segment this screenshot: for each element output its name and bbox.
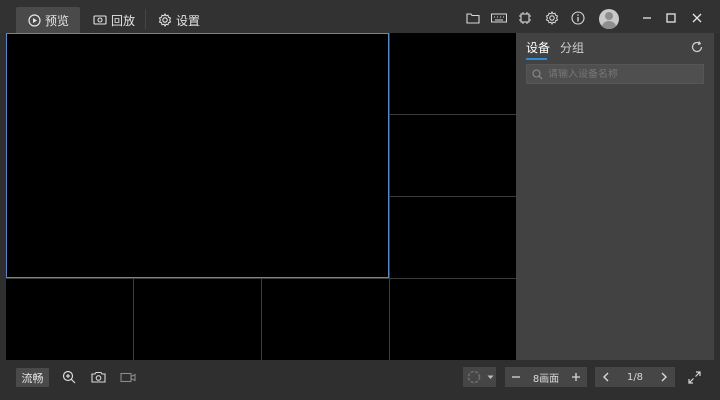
- split-selector: 8画面: [505, 367, 587, 387]
- tab-label: 预览: [45, 13, 70, 28]
- tab-devices[interactable]: 设备: [526, 39, 550, 56]
- split-count-label: 8画面: [532, 373, 560, 385]
- grid-divider: [133, 279, 134, 360]
- page-navigator: 1/8: [595, 367, 675, 387]
- device-panel: 设备 分组: [516, 33, 714, 360]
- grid-divider: [390, 196, 516, 197]
- stream-quality-button[interactable]: 流畅: [16, 368, 49, 387]
- top-bar: 预览 回放 设置: [0, 0, 720, 33]
- keyboard-icon[interactable]: [491, 10, 507, 26]
- video-cell-7[interactable]: [262, 279, 389, 360]
- zoom-in-icon[interactable]: [61, 369, 77, 385]
- video-cell-3[interactable]: [390, 115, 516, 196]
- tab-label: 设置: [176, 13, 201, 28]
- refresh-icon[interactable]: [690, 39, 704, 53]
- video-cell-6[interactable]: [134, 279, 261, 360]
- video-cell-1[interactable]: [6, 33, 389, 278]
- minimize-icon[interactable]: [639, 10, 655, 26]
- active-tab-indicator: [526, 58, 547, 60]
- search-icon: [532, 65, 543, 84]
- folder-icon[interactable]: [465, 10, 481, 26]
- layout-dropdown[interactable]: [463, 367, 496, 387]
- tab-groups[interactable]: 分组: [560, 39, 584, 56]
- chip-icon[interactable]: [517, 10, 533, 26]
- record-icon[interactable]: [120, 369, 136, 385]
- minus-icon[interactable]: [509, 370, 523, 384]
- video-cell-5[interactable]: [6, 279, 133, 360]
- chevron-down-icon: [485, 375, 496, 380]
- play-circle-icon: [28, 13, 41, 27]
- grid-divider: [261, 279, 262, 360]
- search-input[interactable]: [548, 68, 698, 80]
- plus-icon[interactable]: [569, 370, 583, 384]
- snapshot-icon[interactable]: [90, 369, 106, 385]
- tab-label: 回放: [111, 13, 136, 28]
- layout-icon: [463, 370, 485, 384]
- avatar[interactable]: [599, 9, 619, 29]
- info-icon[interactable]: [570, 10, 586, 26]
- settings-icon[interactable]: [544, 10, 560, 26]
- close-icon[interactable]: [689, 10, 705, 26]
- video-cell-8[interactable]: [390, 279, 516, 360]
- fullscreen-icon[interactable]: [686, 369, 702, 385]
- page-indicator: 1/8: [626, 371, 644, 383]
- video-cell-2[interactable]: [390, 33, 516, 114]
- tab-divider: [145, 9, 146, 29]
- video-grid: [6, 33, 516, 360]
- chevron-left-icon[interactable]: [599, 370, 613, 384]
- bottom-toolbar: 流畅 8画面 1/8: [0, 360, 720, 400]
- gear-icon: [158, 13, 172, 27]
- tab-preview[interactable]: 预览: [16, 7, 80, 33]
- grid-divider: [390, 114, 516, 115]
- tab-settings[interactable]: 设置: [158, 7, 200, 33]
- chevron-right-icon[interactable]: [657, 370, 671, 384]
- camera-playback-icon: [93, 14, 107, 26]
- video-cell-4[interactable]: [390, 197, 516, 278]
- device-search: [526, 64, 704, 84]
- tab-playback[interactable]: 回放: [93, 7, 135, 33]
- maximize-icon[interactable]: [663, 10, 679, 26]
